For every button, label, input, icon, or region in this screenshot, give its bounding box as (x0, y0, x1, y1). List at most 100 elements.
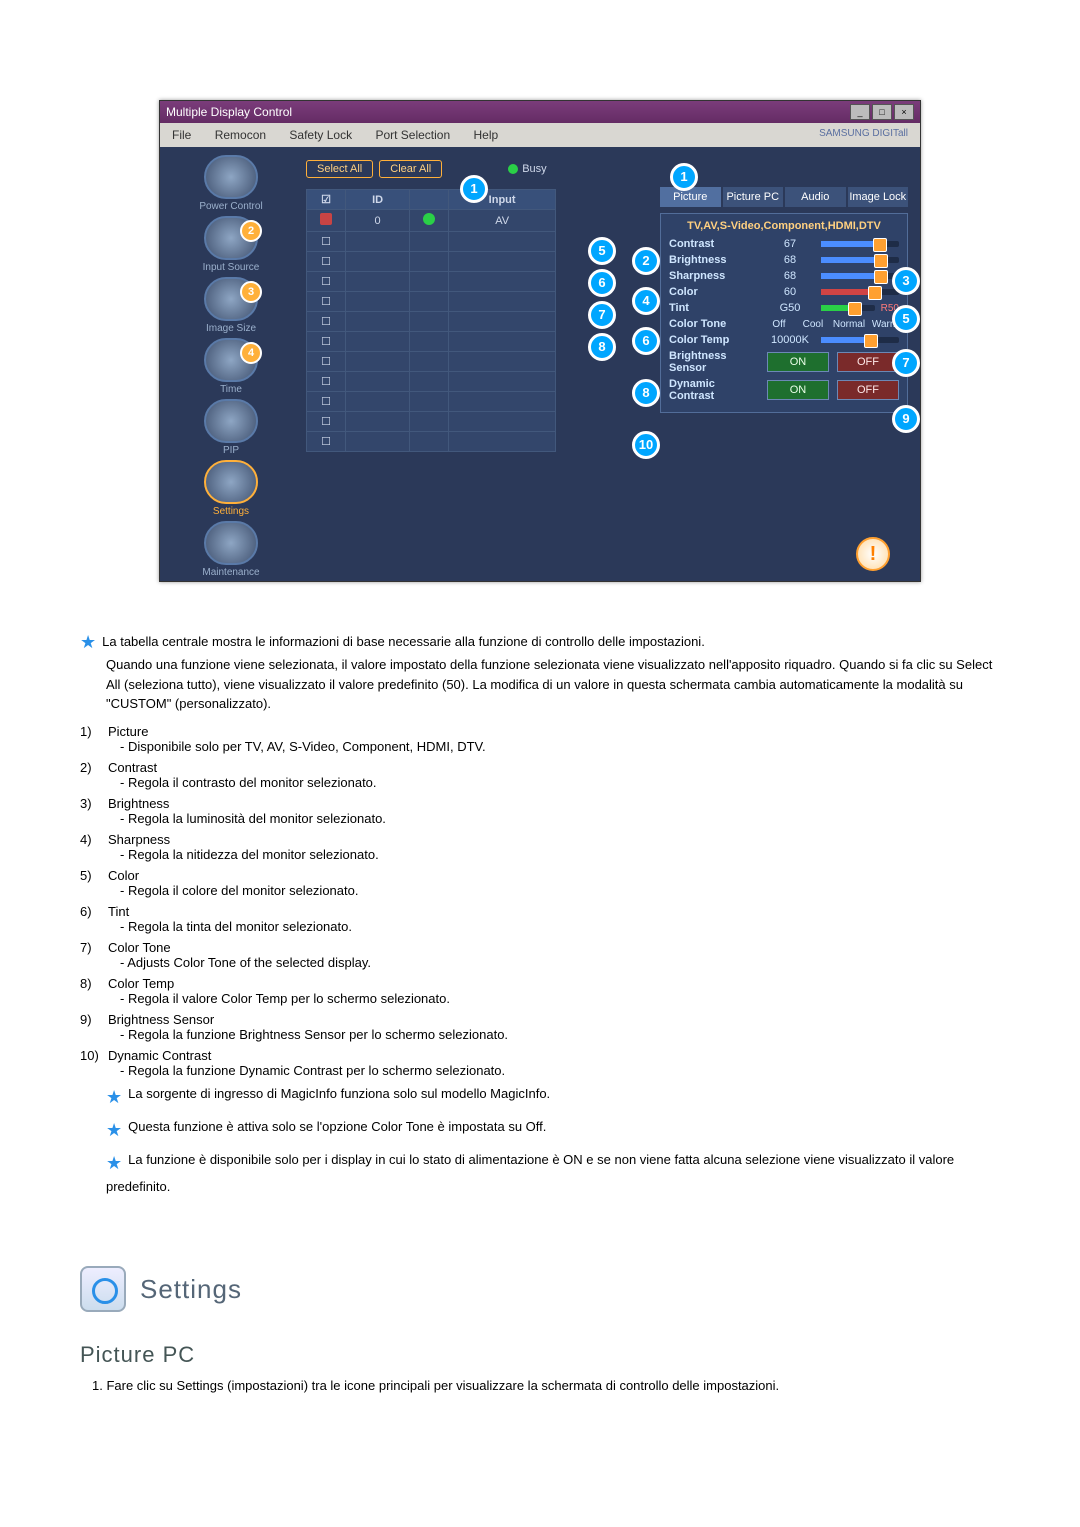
tab-picture-pc[interactable]: Picture PC (723, 187, 784, 209)
dynamic-contrast-label: Dynamic Contrast (669, 378, 761, 402)
list-title: Sharpness (108, 832, 170, 847)
settings-section-icon (80, 1266, 126, 1312)
table-row[interactable]: 0 AV (307, 210, 556, 232)
select-all-button[interactable]: Select All (306, 160, 373, 178)
table-row[interactable]: ☐ (307, 412, 556, 432)
tab-image-lock[interactable]: Image Lock (848, 187, 909, 209)
list-desc: - Regola il colore del monitor seleziona… (120, 883, 1000, 898)
table-row[interactable]: ☐ (307, 352, 556, 372)
brightness-sensor-on[interactable]: ON (767, 352, 829, 372)
numbered-list: 1)Picture- Disponibile solo per TV, AV, … (80, 724, 1000, 1078)
busy-dot-icon (508, 164, 518, 174)
callout-2: 2 (240, 220, 262, 242)
sidebar-item-image-size[interactable]: 3Image Size (172, 277, 290, 334)
color-temp-slider[interactable] (821, 337, 899, 343)
minimize-button[interactable]: _ (850, 104, 870, 120)
table-row[interactable]: ☐ (307, 312, 556, 332)
sidebar-item-input-source[interactable]: 2Input Source (172, 216, 290, 273)
menu-file[interactable]: File (162, 126, 201, 144)
callout-10: 10 (632, 431, 660, 459)
menu-safety-lock[interactable]: Safety Lock (279, 126, 362, 144)
list-desc: - Regola il contrasto del monitor selezi… (120, 775, 1000, 790)
list-num: 3) (80, 796, 108, 811)
table-row[interactable]: ☐ (307, 432, 556, 452)
window-title: Multiple Display Control (166, 105, 292, 119)
color-tone-off[interactable]: Off (765, 319, 793, 330)
table-row[interactable]: ☐ (307, 252, 556, 272)
close-button[interactable]: × (894, 104, 914, 120)
tint-slider[interactable] (821, 305, 875, 311)
list-title: Brightness (108, 796, 169, 811)
list-desc: - Regola la nitidezza del monitor selezi… (120, 847, 1000, 862)
list-num: 2) (80, 760, 108, 775)
menu-help[interactable]: Help (464, 126, 509, 144)
callout-8-mid: 8 (588, 333, 616, 361)
settings-panel-area: 1 Picture Picture PC Audio Image Lock TV… (660, 187, 908, 413)
checkbox-header[interactable]: ☑ (321, 194, 331, 206)
list-num: 1) (80, 724, 108, 739)
list-desc: - Regola il valore Color Temp per lo sch… (120, 991, 1000, 1006)
brightness-sensor-off[interactable]: OFF (837, 352, 899, 372)
cell-id: 0 (346, 210, 410, 232)
contrast-slider[interactable] (821, 241, 899, 247)
dynamic-contrast-toggle: ON OFF (767, 380, 899, 400)
note-3: La funzione è disponibile solo per i dis… (106, 1152, 954, 1194)
sidebar-item-label: Time (220, 384, 242, 395)
col-id: ID (346, 190, 410, 210)
maximize-button[interactable]: □ (872, 104, 892, 120)
sidebar-item-time[interactable]: 4 Time (172, 338, 290, 395)
color-temp-value: 10000K (765, 334, 815, 346)
sidebar-item-pip[interactable]: PIP (172, 399, 290, 456)
table-row[interactable]: ☐ (307, 272, 556, 292)
brightness-sensor-toggle: ON OFF (767, 352, 899, 372)
row-power-icon (423, 213, 435, 225)
sub-title: Picture PC (80, 1342, 1000, 1368)
table-row[interactable]: ☐ (307, 232, 556, 252)
color-tone-normal[interactable]: Normal (833, 319, 865, 330)
menu-remocon[interactable]: Remocon (205, 126, 276, 144)
tint-label: Tint (669, 302, 759, 314)
sharpness-slider[interactable] (821, 273, 899, 279)
list-title: Picture (108, 724, 148, 739)
tab-picture[interactable]: Picture (660, 187, 721, 209)
tab-audio[interactable]: Audio (785, 187, 846, 209)
callout-4: 4 (240, 342, 262, 364)
list-title: Contrast (108, 760, 157, 775)
clear-all-button[interactable]: Clear All (379, 160, 442, 178)
callout-8: 8 (632, 379, 660, 407)
picture-panel: TV,AV,S-Video,Component,HDMI,DTV Contras… (660, 213, 908, 413)
dynamic-contrast-off[interactable]: OFF (837, 380, 899, 400)
table-row[interactable]: ☐ (307, 292, 556, 312)
list-title: Brightness Sensor (108, 1012, 214, 1027)
color-tone-cool[interactable]: Cool (799, 319, 827, 330)
callout-1-top: 1 (460, 175, 488, 203)
color-slider[interactable] (821, 289, 899, 295)
sidebar-item-maintenance[interactable]: Maintenance (172, 521, 290, 578)
list-num: 8) (80, 976, 108, 991)
list-desc: - Regola la funzione Brightness Sensor p… (120, 1027, 1000, 1042)
callout-5: 5 (892, 305, 920, 333)
menu-port-selection[interactable]: Port Selection (365, 126, 460, 144)
dynamic-contrast-on[interactable]: ON (767, 380, 829, 400)
sidebar-item-label: PIP (223, 445, 239, 456)
table-row[interactable]: ☐ (307, 372, 556, 392)
color-tone-options[interactable]: Off Cool Normal Warm (765, 319, 899, 330)
power-icon (204, 155, 258, 199)
pip-icon (204, 399, 258, 443)
brightness-value: 68 (765, 254, 815, 266)
callout-3: 3 (892, 267, 920, 295)
busy-indicator: Busy (508, 163, 546, 175)
sidebar: Power Control 2Input Source 3Image Size … (172, 155, 290, 582)
busy-label: Busy (522, 163, 546, 175)
sidebar-item-power-control[interactable]: Power Control (172, 155, 290, 212)
toolbar: Select All Clear All Busy (306, 157, 910, 181)
sidebar-item-label: Maintenance (202, 567, 259, 578)
table-row[interactable]: ☐ (307, 392, 556, 412)
brightness-slider[interactable] (821, 257, 899, 263)
sharpness-row: Sharpness 68 (669, 270, 899, 282)
sidebar-item-settings[interactable]: Settings (172, 460, 290, 517)
table-row[interactable]: ☐ (307, 332, 556, 352)
info-icon[interactable]: ! (856, 537, 890, 571)
app-window: Multiple Display Control _ □ × File Remo… (159, 100, 921, 582)
list-desc: - Adjusts Color Tone of the selected dis… (120, 955, 1000, 970)
